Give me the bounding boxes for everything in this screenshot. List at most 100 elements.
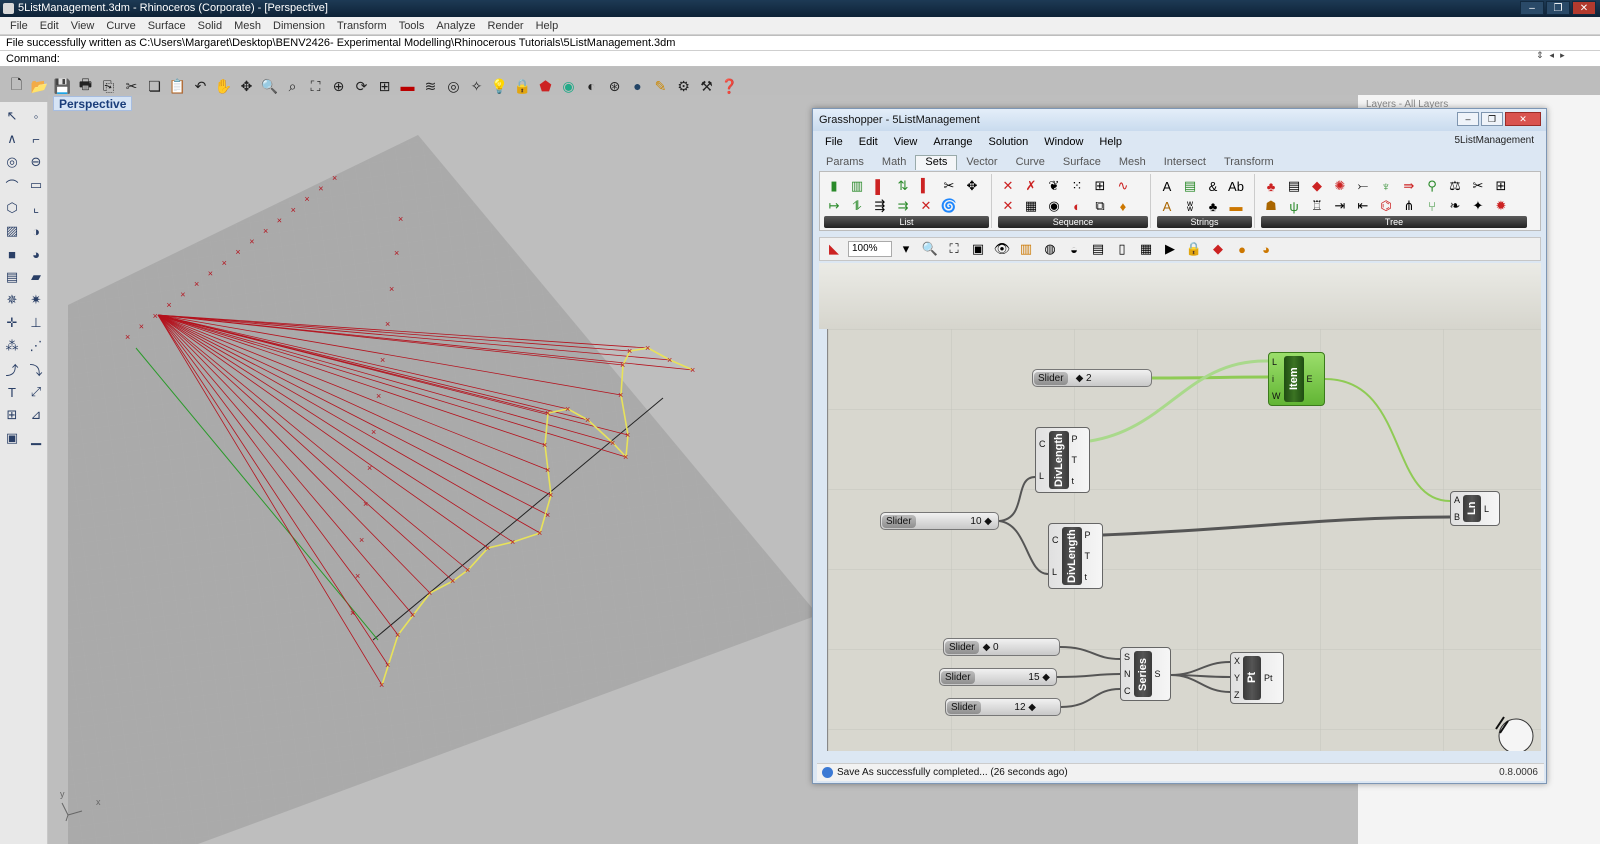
list-delete-icon[interactable]: ✕ — [916, 196, 936, 216]
input-l[interactable]: L — [1272, 357, 1281, 367]
plane-icon[interactable]: ▰ — [26, 267, 46, 287]
mesh-tool-icon[interactable]: ✵ — [2, 290, 22, 310]
tree-branch-icon[interactable]: ♖ — [1307, 196, 1327, 216]
analyze-icon[interactable]: ⊿ — [26, 405, 46, 425]
array-icon[interactable]: ⋰ — [26, 336, 46, 356]
list-random-icon[interactable]: 🌀 — [939, 196, 959, 216]
list-item-icon[interactable]: ▥ — [847, 176, 867, 196]
menu-surface[interactable]: Surface — [142, 20, 192, 32]
paste-icon[interactable]: 📋 — [167, 76, 188, 97]
input-c[interactable]: C — [1052, 535, 1059, 545]
rotate-icon[interactable]: ⟳ — [351, 76, 372, 97]
component-divlength-1[interactable]: C L DivLength P Tt — [1035, 427, 1090, 493]
menu-view[interactable]: View — [65, 20, 101, 32]
input-z[interactable]: Z — [1234, 690, 1240, 700]
input-w[interactable]: W — [1272, 391, 1281, 401]
slider-series-step[interactable]: Slider 15 ◆ — [939, 668, 1057, 686]
viewport-title[interactable]: Perspective — [53, 96, 133, 111]
output-t[interactable]: T — [1085, 551, 1091, 561]
group-icon[interactable]: ⁂ — [2, 336, 22, 356]
four-view-icon[interactable]: ⊞ — [374, 76, 395, 97]
output-e[interactable]: E — [1307, 374, 1313, 384]
globe-icon[interactable]: ● — [627, 76, 648, 97]
slider-series-start[interactable]: Slider ◆ 0 — [943, 638, 1060, 656]
command-line[interactable]: Command: — [0, 51, 1600, 67]
str-sort-icon[interactable]: ♣ — [1203, 196, 1223, 216]
seq-spiral-icon[interactable]: ◉ — [1044, 196, 1064, 216]
select-arrow-icon[interactable]: ↖ — [2, 106, 22, 126]
minimize-button[interactable]: – — [1520, 1, 1544, 15]
gh-maximize-button[interactable]: ❐ — [1481, 112, 1503, 126]
print-icon[interactable]: 🖶 — [75, 76, 96, 97]
tree-turtle-icon[interactable]: ☗ — [1261, 196, 1281, 216]
new-icon[interactable]: 🗋 — [6, 76, 27, 97]
polyline-icon[interactable]: ∧ — [2, 129, 22, 149]
tab-surface[interactable]: Surface — [1054, 156, 1110, 170]
menu-curve[interactable]: Curve — [100, 20, 141, 32]
box-icon[interactable]: ■ — [2, 244, 22, 264]
gh-menu-window[interactable]: Window — [1036, 136, 1091, 148]
menu-transform[interactable]: Transform — [331, 20, 393, 32]
ruler-icon[interactable]: ▁ — [26, 428, 46, 448]
zoom-in-icon[interactable]: 🔍 — [920, 239, 940, 259]
str-tag-icon[interactable]: ▬ — [1226, 196, 1246, 216]
menu-file[interactable]: File — [4, 20, 34, 32]
seq-jitter-icon[interactable]: ∿ — [1113, 176, 1133, 196]
fillet-icon[interactable]: ⌞ — [26, 198, 46, 218]
text-icon[interactable]: T — [2, 382, 22, 402]
list-reverse-icon[interactable]: ⥮ — [847, 196, 867, 216]
seq-bag-icon[interactable]: ♦ — [1113, 196, 1133, 216]
input-x[interactable]: X — [1234, 656, 1240, 666]
output-l[interactable]: L — [1484, 504, 1489, 514]
gh-menu-file[interactable]: File — [817, 136, 851, 148]
tree-flatten-icon[interactable]: ⤚ — [1353, 176, 1373, 196]
undo-icon[interactable]: ↶ — [190, 76, 211, 97]
tree-table-icon[interactable]: ▤ — [1284, 176, 1304, 196]
menu-mesh[interactable]: Mesh — [228, 20, 267, 32]
cylinder-icon[interactable]: ▤ — [2, 267, 22, 287]
tab-mesh[interactable]: Mesh — [1110, 156, 1155, 170]
seq-repeat-icon[interactable]: ◐ — [1067, 196, 1087, 216]
list-length-icon[interactable]: ▮ — [824, 176, 844, 196]
gh-menu-edit[interactable]: Edit — [851, 136, 886, 148]
menu-solid[interactable]: Solid — [192, 20, 228, 32]
tree-prune-icon[interactable]: ⚲ — [1422, 176, 1442, 196]
arrow-right-icon[interactable]: ▸ — [1560, 50, 1565, 61]
gh-menu-arrange[interactable]: Arrange — [925, 136, 980, 148]
list-dispatch-icon[interactable]: ✂ — [939, 176, 959, 196]
tree-plant-icon[interactable]: ψ — [1284, 196, 1304, 216]
zoom-extents-canvas-icon[interactable]: ⛶ — [944, 239, 964, 259]
component-pt[interactable]: XYZ Pt Pt — [1230, 652, 1284, 704]
options-icon[interactable]: ⚒ — [696, 76, 717, 97]
list-cull-icon[interactable]: ⇉ — [893, 196, 913, 216]
block-icon[interactable]: ⊞ — [2, 405, 22, 425]
tree-shift-icon[interactable]: ⇥ — [1330, 196, 1350, 216]
select-icon[interactable]: ◎ — [443, 76, 464, 97]
component-series[interactable]: SNC Series S — [1120, 647, 1171, 701]
input-b[interactable]: B — [1454, 512, 1460, 522]
input-c[interactable]: C — [1039, 439, 1046, 449]
light-icon[interactable]: 💡 — [489, 76, 510, 97]
ellipse-icon[interactable]: ⊖ — [26, 152, 46, 172]
input-l[interactable]: L — [1039, 471, 1046, 481]
boolean-icon[interactable]: ◕ — [26, 244, 46, 264]
gh-document-name[interactable]: 5ListManagement — [1455, 135, 1535, 146]
input-c[interactable]: C — [1124, 686, 1131, 696]
tree-match-icon[interactable]: ⌬ — [1376, 196, 1396, 216]
component-divlength-2[interactable]: C L DivLength P Tt — [1048, 523, 1103, 589]
bake-icon[interactable]: ▦ — [1136, 239, 1156, 259]
str-case-icon[interactable]: Ab — [1226, 176, 1246, 196]
tree-path-icon[interactable]: ⋔ — [1399, 196, 1419, 216]
list-sort-icon[interactable]: ▍ — [916, 176, 936, 196]
tab-sets[interactable]: Sets — [915, 155, 958, 170]
seq-duplicate-icon[interactable]: ✕ — [998, 196, 1018, 216]
output-pt[interactable]: Pt — [1264, 673, 1273, 683]
str-length-icon[interactable]: A — [1157, 176, 1177, 196]
str-format-icon[interactable]: A — [1157, 196, 1177, 216]
gh-menu-view[interactable]: View — [886, 136, 926, 148]
gh-canvas[interactable]: Slider ◆ 2 Slider 10 ◆ Slider ◆ 0 Slider… — [827, 329, 1541, 751]
pan-hand-icon[interactable]: ✋ — [213, 76, 234, 97]
ball-icon[interactable]: ◕ — [1256, 239, 1276, 259]
output-t[interactable]: T — [1072, 455, 1078, 465]
zoom-extents-icon[interactable]: ⛶ — [305, 76, 326, 97]
